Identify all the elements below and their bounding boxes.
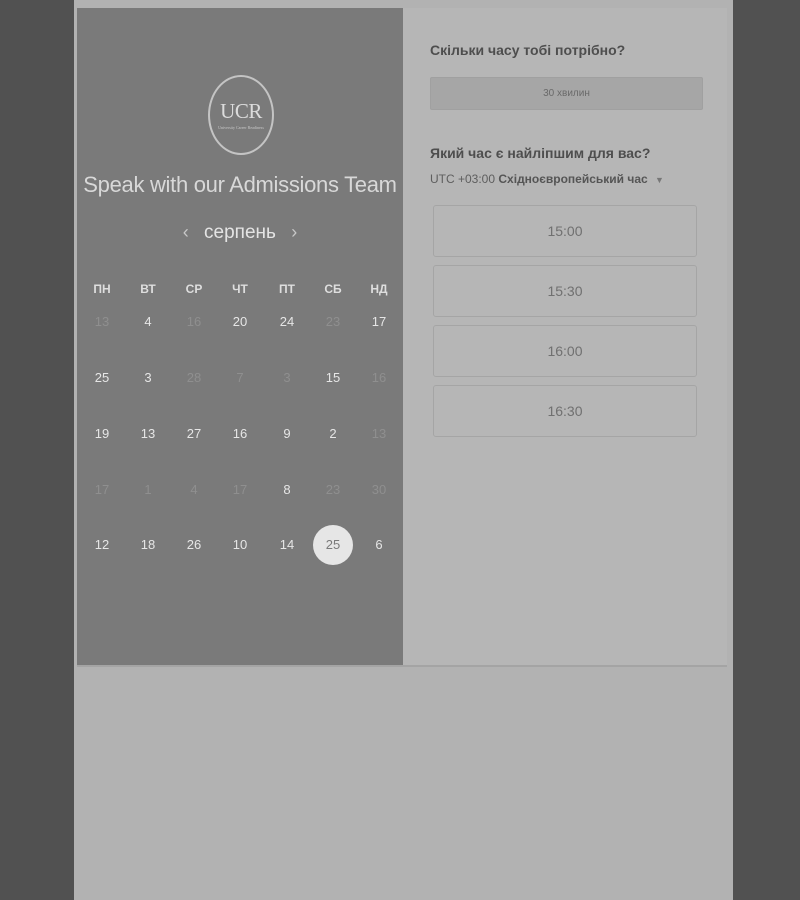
calendar-day[interactable]: 19 [82, 414, 122, 454]
weekday-label: ЧТ [232, 282, 248, 296]
calendar-day[interactable]: 27 [174, 414, 214, 454]
duration-question: Скільки часу тобі потрібно? [430, 42, 626, 58]
calendar-day[interactable]: 8 [267, 470, 307, 510]
weekday-label: ПН [93, 282, 111, 296]
calendar-day[interactable]: 17 [359, 302, 399, 342]
scheduler-card: UCR University Career Readiness Speak wi… [77, 8, 727, 667]
weekday-label: ПТ [279, 282, 295, 296]
calendar-day[interactable]: 13 [128, 414, 168, 454]
calendar-day[interactable]: 16 [220, 414, 260, 454]
weekday-label: СР [185, 282, 203, 296]
month-label: серпень [204, 222, 276, 243]
calendar-day: 30 [371, 482, 387, 497]
calendar-day: 13 [371, 426, 387, 441]
calendar-day[interactable]: 10 [220, 525, 260, 565]
calendar-day[interactable]: 12 [82, 525, 122, 565]
calendar-day[interactable]: 20 [220, 302, 260, 342]
calendar-day: 23 [325, 314, 341, 329]
chevron-right-icon[interactable]: › [281, 222, 307, 243]
calendar-day-selected[interactable]: 25 [313, 525, 353, 565]
weekday-label: ВТ [140, 282, 156, 296]
time-slot-button[interactable]: 16:00 [433, 325, 697, 377]
timezone-name: Східноєвропейський час [498, 172, 648, 186]
weekday-header: ПН ВТ СР ЧТ ПТ СБ НД [77, 282, 403, 302]
timezone-offset: UTC +03:00 [430, 172, 496, 186]
month-navigation: ‹ серпень › [77, 222, 403, 244]
logo-text: UCR [220, 99, 262, 123]
calendar-day[interactable]: 24 [267, 302, 307, 342]
calendar-day[interactable]: 15 [313, 358, 353, 398]
page-background: UCR University Career Readiness Speak wi… [74, 0, 733, 900]
calendar-day: 28 [186, 370, 202, 385]
calendar-panel: UCR University Career Readiness Speak wi… [77, 8, 403, 665]
time-question: Який час є найліпшим для вас? [430, 145, 651, 161]
calendar-day[interactable]: 2 [313, 414, 353, 454]
calendar-day[interactable]: 26 [174, 525, 214, 565]
calendar-day[interactable]: 4 [128, 302, 168, 342]
calendar-day: 23 [325, 482, 341, 497]
calendar-day: 16 [186, 314, 202, 329]
ucr-logo: UCR University Career Readiness [208, 75, 274, 155]
logo-subtext: University Career Readiness [218, 125, 264, 130]
calendar-day[interactable]: 6 [359, 525, 399, 565]
calendar-day: 7 [236, 370, 244, 385]
calendar-day: 16 [371, 370, 387, 385]
time-slot-button[interactable]: 15:30 [433, 265, 697, 317]
booking-panel: Скільки часу тобі потрібно? 30 хвилин Як… [403, 8, 727, 665]
timezone-selector[interactable]: UTC +03:00 Східноєвропейський час ▼ [430, 172, 664, 186]
calendar-day[interactable]: 3 [128, 358, 168, 398]
time-slot-button[interactable]: 16:30 [433, 385, 697, 437]
calendar-day[interactable]: 18 [128, 525, 168, 565]
weekday-label: СБ [324, 282, 342, 296]
panel-title: Speak with our Admissions Team [83, 172, 397, 197]
time-slot-button[interactable]: 15:00 [433, 205, 697, 257]
calendar-day: 13 [94, 314, 110, 329]
calendar-day[interactable]: 9 [267, 414, 307, 454]
calendar-day[interactable]: 25 [82, 358, 122, 398]
chevron-left-icon[interactable]: ‹ [173, 222, 199, 243]
calendar-day[interactable]: 14 [267, 525, 307, 565]
weekday-label: НД [370, 282, 388, 296]
calendar-day: 1 [144, 482, 152, 497]
calendar-day: 3 [283, 370, 291, 385]
calendar-day: 17 [232, 482, 248, 497]
calendar-day: 17 [94, 482, 110, 497]
calendar-day: 4 [190, 482, 198, 497]
caret-down-icon: ▼ [655, 175, 664, 185]
duration-option[interactable]: 30 хвилин [430, 77, 703, 110]
